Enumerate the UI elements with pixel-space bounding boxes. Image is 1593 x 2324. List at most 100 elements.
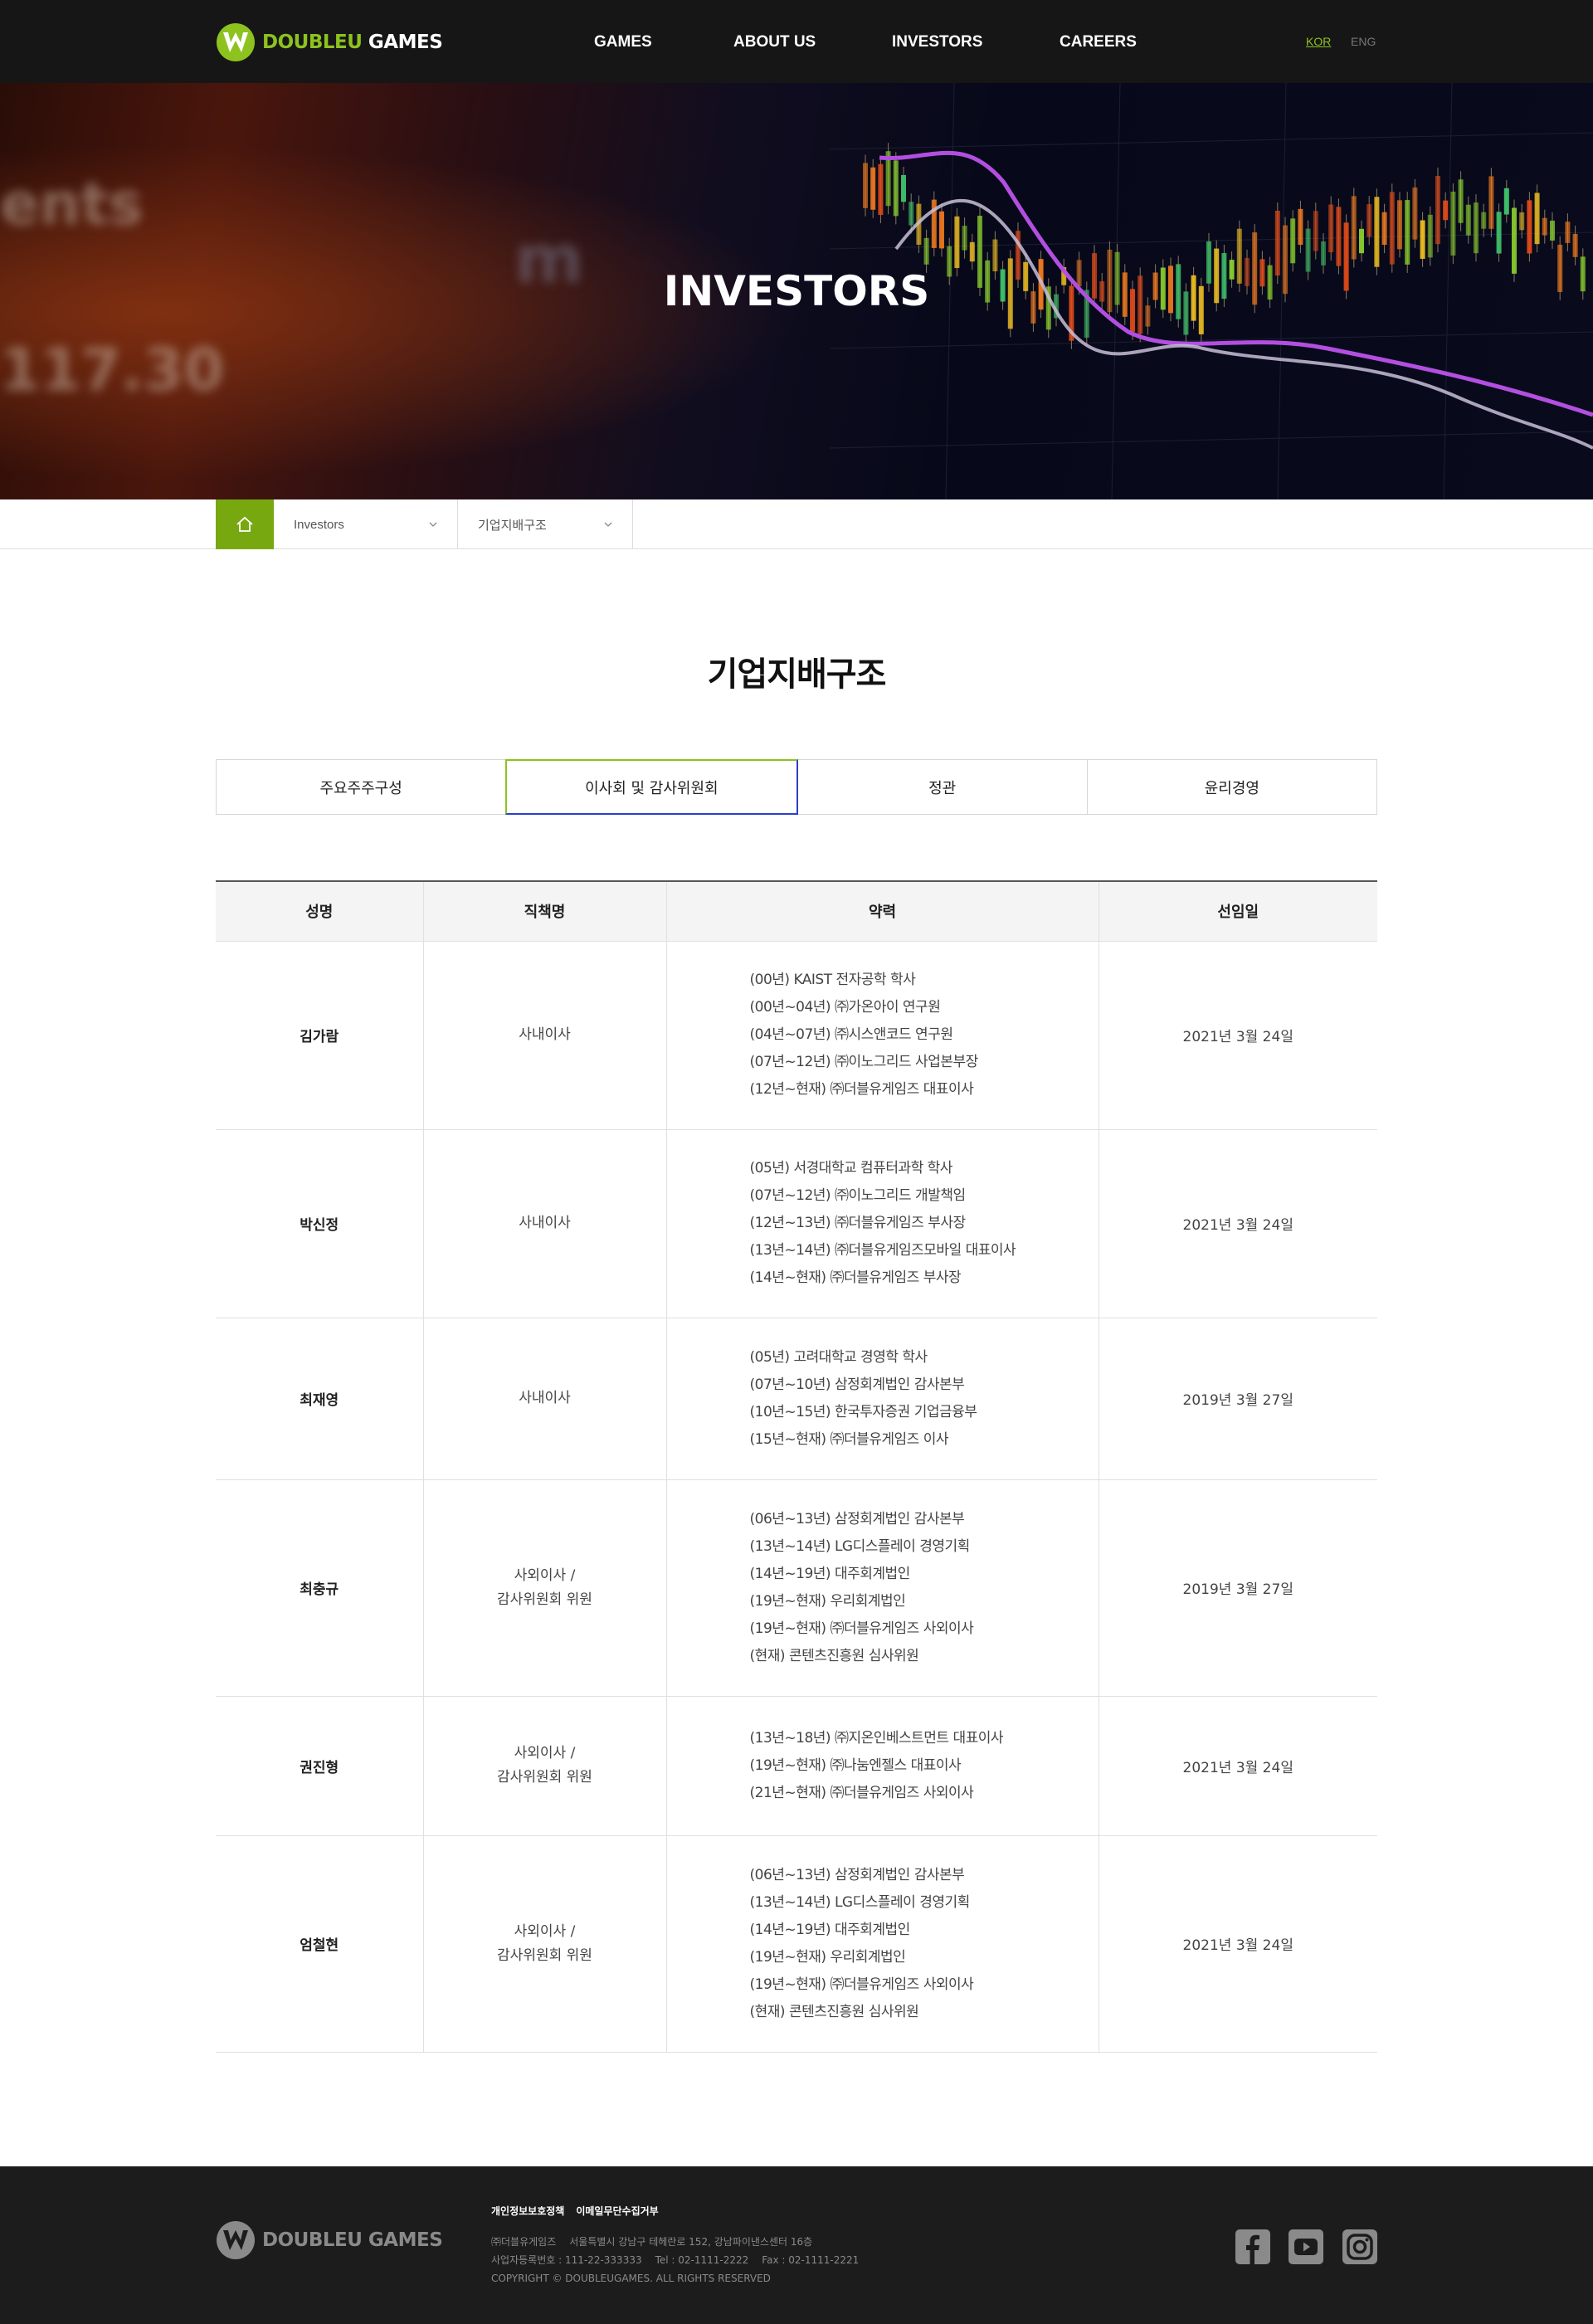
candle-bar [1366,204,1372,237]
position-line: 사외이사 / [514,1922,576,1940]
candle-bar [1351,196,1357,260]
appointment-date: 2021년 3월 24일 [1098,941,1377,1130]
breadcrumb-select-governance[interactable]: 기업지배구조 [458,499,633,549]
logo-mark-icon [217,23,255,61]
footer-address: 서울특별시 강남구 테헤란로 152, 강남파이낸스센터 16층 [569,2236,813,2248]
candle-bar [1481,212,1487,229]
candle-bar [1527,200,1532,254]
candle-bar [863,163,868,208]
career-line: (10년~15년) 한국투자증권 기업금융부 [749,1403,977,1420]
director-position: 사내이사 [422,1129,666,1318]
candle-bar [1389,192,1395,265]
position-line: 사외이사 / [514,1745,576,1761]
candle-bar [1542,217,1547,236]
facebook-icon[interactable] [1235,2229,1271,2265]
candle-bar [954,216,960,269]
candle-bar [1328,204,1334,253]
footer-logo[interactable]: DOUBLEU GAMES [216,2220,443,2260]
candle-bar [1397,200,1402,250]
tab-articles[interactable]: 정관 [796,759,1088,815]
position-line: 감사위원회 위원 [497,1591,592,1608]
candle-bar [923,237,929,265]
candle-bar [1458,179,1464,223]
footer-logo-text-1: DOUBLEU [262,2229,363,2251]
career-line: (19년~현재) 우리회계법인 [749,1948,906,1966]
candle-bar [1565,222,1571,243]
table-row: 최충규 사외이사 / 감사위원회 위원 (06년~13년) 삼정회계법인 감사본… [216,1479,1377,1697]
lang-eng[interactable]: ENG [1351,35,1376,48]
footer-logo-mark-icon [217,2221,255,2259]
career-line: (12년~현재) ㈜더블유게임즈 대표이사 [749,1081,974,1098]
position-line: 감사위원회 위원 [497,1769,592,1786]
col-header-career: 약력 [665,880,1099,942]
director-career: (06년~13년) 삼정회계법인 감사본부 (13년~14년) LG디스플레이 … [665,1835,1099,2053]
candle-bar [1298,208,1303,246]
career-line: (07년~12년) ㈜이노그리드 개발책임 [749,1187,967,1204]
director-career: (06년~13년) 삼정회계법인 감사본부 (13년~14년) LG디스플레이 … [665,1479,1099,1697]
nav-careers[interactable]: CAREERS [1060,33,1137,51]
table-header-row: 성명 직책명 약력 선임일 [216,880,1377,942]
footer-tel: Tel : 02-1111-2222 [655,2254,749,2266]
position-line: 사외이사 / [514,1566,576,1584]
career-line: (19년~현재) 우리회계법인 [749,1592,906,1610]
candle-bar [893,160,899,217]
tab-ethics[interactable]: 윤리경영 [1086,759,1377,815]
candle-bar [1290,218,1296,264]
candle-bar [1427,214,1433,258]
director-position: 사외이사 / 감사위원회 위원 [422,1835,666,2053]
breadcrumb-home[interactable] [216,499,274,549]
candle-bar [1359,228,1364,254]
candle-bar [1381,212,1387,246]
candle-bar [1435,175,1440,245]
director-name: 엄철현 [216,1835,423,2053]
position-line: 감사위원회 위원 [497,1946,592,1964]
candle-bar [1450,191,1456,256]
lang-kor[interactable]: KOR [1306,35,1331,48]
privacy-policy-link[interactable]: 개인정보보호정책 [491,2204,564,2218]
breadcrumb-select-investors[interactable]: Investors [274,499,458,549]
career-line: (19년~현재) ㈜나눔엔젤스 대표이사 [749,1756,962,1774]
director-career: (05년) 서경대학교 컴퓨터과학 학사 (07년~12년) ㈜이노그리드 개발… [665,1129,1099,1318]
candle-bar [1420,220,1425,259]
director-career: (00년) KAIST 전자공학 학사 (00년~04년) ㈜가온아이 연구원 … [665,941,1099,1130]
nav-investors[interactable]: INVESTORS [892,33,982,51]
breadcrumb: Investors 기업지배구조 [0,499,1593,549]
tab-board-and-audit[interactable]: 이사회 및 감사위원회 [505,759,798,815]
email-refusal-link[interactable]: 이메일무단수집거부 [576,2204,658,2218]
chevron-down-icon [429,522,437,527]
director-name: 박신정 [216,1129,423,1318]
career-line: (06년~13년) 삼정회계법인 감사본부 [749,1510,965,1527]
candle-bar [901,174,906,202]
logo-text-2: GAMES [362,32,443,53]
appointment-date: 2019년 3월 27일 [1098,1318,1377,1480]
candle-bar [1336,207,1342,266]
table-row: 엄철현 사외이사 / 감사위원회 위원 (06년~13년) 삼정회계법인 감사본… [216,1835,1377,2053]
footer-copyright: COPYRIGHT © DOUBLEUGAMES. ALL RIGHTS RES… [491,2273,771,2284]
page-title: 기업지배구조 [707,655,887,694]
position-line: 사내이사 [519,1390,571,1406]
career-line: (21년~현재) ㈜더블유게임즈 사외이사 [749,1784,974,1801]
instagram-icon[interactable] [1342,2229,1378,2265]
career-line: (13년~18년) ㈜지온인베스트먼트 대표이사 [749,1729,1004,1747]
director-position: 사내이사 [422,1318,666,1480]
career-line: (05년) 고려대학교 경영학 학사 [749,1348,928,1366]
site-footer: DOUBLEU GAMES 개인정보보호정책 이메일무단수집거부 ㈜더블유게임즈… [0,2166,1593,2324]
table-row: 김가람 사내이사 (00년) KAIST 전자공학 학사 (00년~04년) ㈜… [216,941,1377,1130]
career-line: (13년~14년) ㈜더블유게임즈모바일 대표이사 [749,1242,1016,1259]
director-name: 권진형 [216,1696,423,1836]
tab-major-shareholders[interactable]: 주요주주구성 [216,759,507,815]
career-line: (19년~현재) ㈜더블유게임즈 사외이사 [749,1976,974,1993]
brand-logo[interactable]: DOUBLEU GAMES [216,22,443,63]
candle-bar [1274,210,1280,276]
candle-bar [1313,211,1318,251]
director-career: (13년~18년) ㈜지온인베스트먼트 대표이사 (19년~현재) ㈜나눔엔젤스… [665,1696,1099,1836]
nav-games[interactable]: GAMES [594,33,652,51]
youtube-icon[interactable] [1288,2229,1324,2265]
nav-about-us[interactable]: ABOUT US [733,33,816,51]
career-line: (12년~13년) ㈜더블유게임즈 부사장 [749,1215,967,1231]
candle-bar [1374,197,1380,267]
director-career: (05년) 고려대학교 경영학 학사 (07년~10년) 삼정회계법인 감사본부… [665,1318,1099,1480]
chevron-down-icon [604,522,612,527]
candle-bar [1321,241,1326,266]
candle-bar [1305,228,1311,272]
